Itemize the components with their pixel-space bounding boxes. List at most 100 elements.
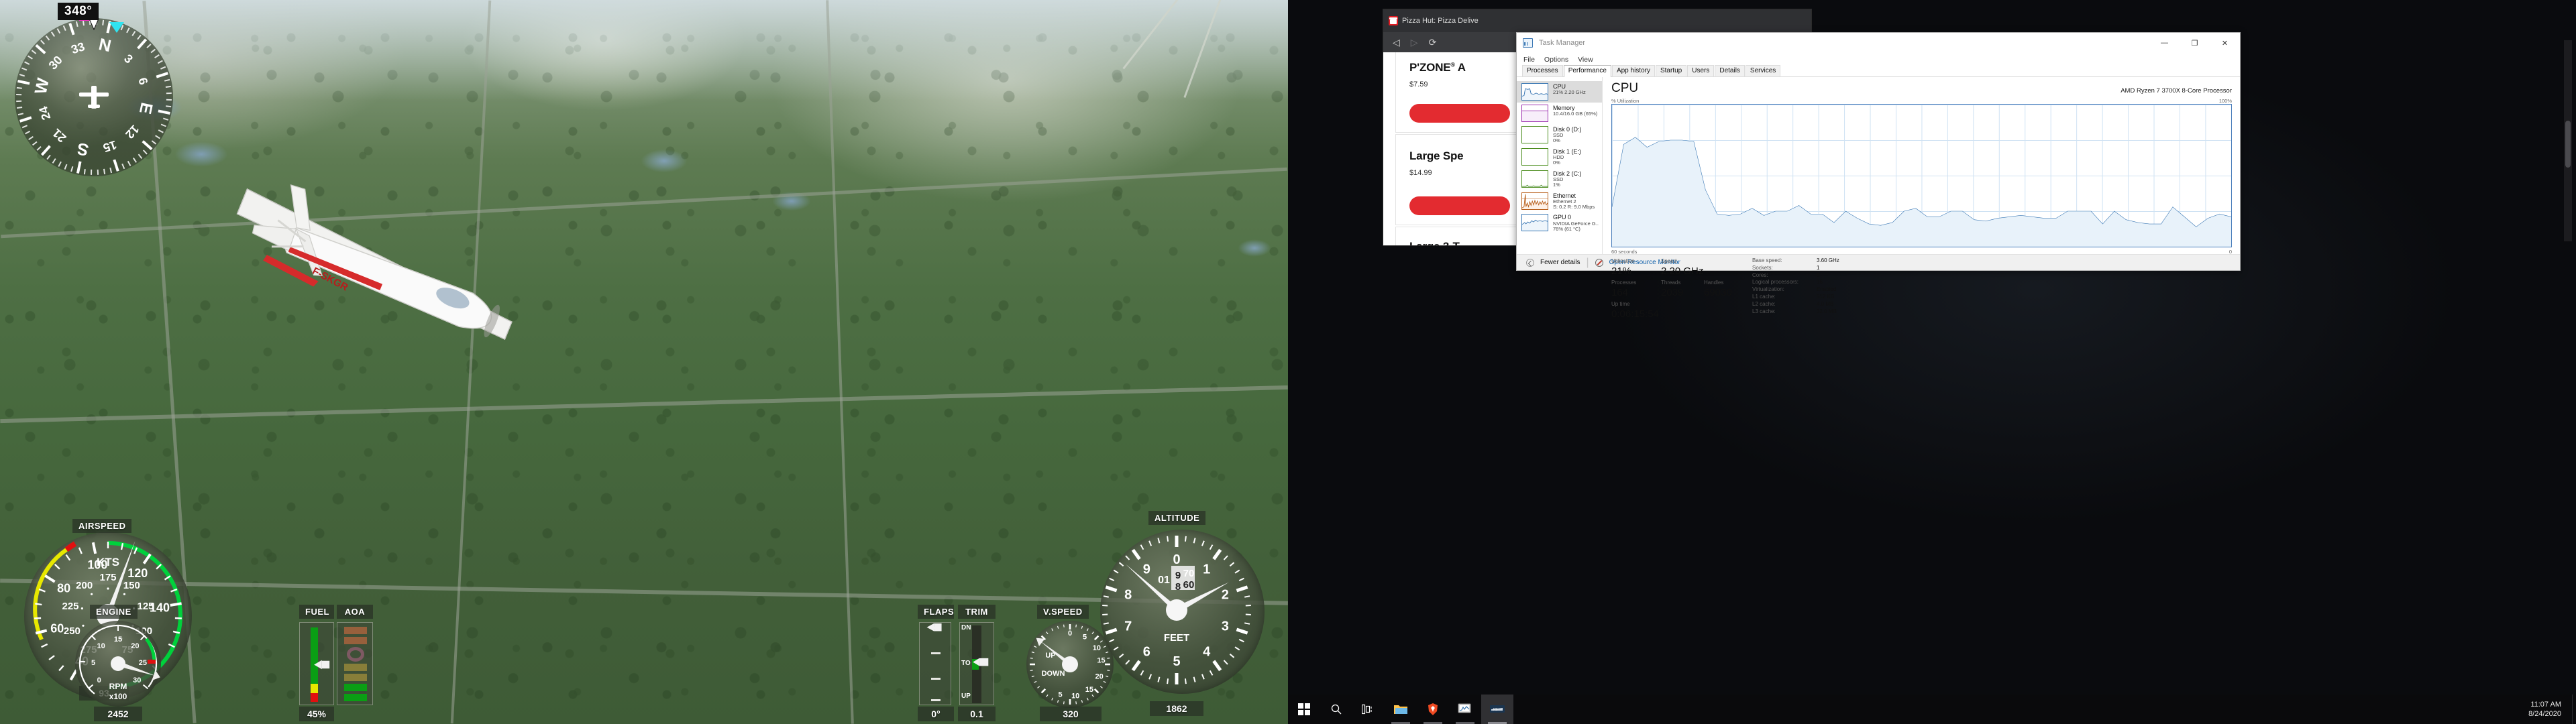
trim-value: 0.1 [958,707,996,721]
svg-text:FS: FS [1493,708,1498,712]
clock-time: 11:07 AM [2530,701,2561,709]
graph-axis-labels: % Utilization 100% [1611,98,2232,104]
flight-simulator-viewport[interactable]: F-SKGR N 3 6 E 12 15 S 21 24 W 30 33 348… [0,0,1288,724]
info-key: L1 cache: [1752,293,1776,300]
svg-text:10: 10 [1071,692,1079,700]
vspeed-down-label: DOWN [1042,670,1065,678]
menu-file[interactable]: File [1523,56,1535,64]
graph-time-labels: 60 seconds 0 [1611,249,2232,255]
task-manager-icon [1523,38,1533,48]
product-name: Large 3-T Wings [1409,241,1460,245]
flight-simulator-taskbar-button[interactable]: FS [1481,695,1513,724]
info-key: Cores: [1752,272,1768,278]
resource-item-disk-1-e[interactable]: Disk 1 (E:) HDD 0% [1517,146,1602,168]
tab-startup[interactable]: Startup [1655,65,1687,76]
tab-details[interactable]: Details [1715,65,1745,76]
resource-sub2: 76% (61 °C) [1553,225,1580,232]
browser-tab[interactable]: Pizza Hut: Pizza Delive [1389,16,1509,25]
tab-services[interactable]: Services [1745,65,1781,76]
svg-text:1: 1 [1203,562,1210,577]
windows-taskbar[interactable]: FS 11:07 AM 8/24/2020 [1288,695,2576,724]
windows-desktop[interactable]: Pizza Hut: Pizza Delive ◁ ▷ ⟳ ⋮ P'ZONE® … [1288,0,2576,724]
engine-value: 2452 [94,707,142,721]
scrollbar-thumb[interactable] [2565,121,2571,168]
info-value: Enabled [1817,286,1837,293]
resource-item-ethernet[interactable]: Ethernet Ethernet 2 S: 0.2 R: 9.0 Mbps [1517,190,1602,213]
kollsman-1: 9 [1175,570,1181,581]
minimize-button[interactable]: — [2149,33,2180,53]
resource-monitor-icon [1595,258,1603,267]
file-explorer-button[interactable] [1385,695,1417,724]
task-manager-window[interactable]: Task Manager — ❐ ✕ File Options View Pro… [1516,32,2241,320]
search-icon [1331,704,1342,715]
svg-text:5: 5 [91,659,95,667]
fewer-details-link[interactable]: Fewer details [1540,259,1580,266]
task-view-button[interactable] [1352,695,1385,724]
resource-item-disk-2-c[interactable]: Disk 2 (C:) SSD 1% [1517,168,1602,190]
stat-label-utilization: Utilization [1611,258,1635,264]
taskbar-clock[interactable]: 11:07 AM 8/24/2020 [2528,700,2572,719]
cpu-graph-series [1612,105,2231,247]
add-to-cart-button[interactable] [1409,104,1510,123]
maximize-button[interactable]: ❐ [2180,33,2210,53]
info-value: 1 [1817,264,1820,271]
resource-item-text: CPU 21% 2.20 GHz [1553,83,1586,95]
tab-performance[interactable]: Performance [1563,65,1611,77]
resource-sub2: 1% [1553,182,1560,188]
brave-browser-button[interactable] [1417,695,1449,724]
tab-bar[interactable]: Processes Performance App history Startup Us… [1517,65,2240,77]
altitude-value: 1862 [1150,701,1203,716]
task-manager-taskbar-button[interactable] [1449,695,1481,724]
svg-text:30: 30 [133,676,141,684]
cpu-model: AMD Ryzen 7 3700X 8-Core Processor [2121,87,2232,95]
aoa-gauge: AOA [334,602,376,724]
vspeed-title: V.SPEED [1037,605,1089,619]
resource-sparkline [1521,126,1548,143]
tab-users[interactable]: Users [1687,65,1715,76]
resource-sub2: S: 0.2 R: 9.0 Mbps [1553,204,1595,210]
resource-sparkline [1521,105,1548,122]
menu-bar[interactable]: File Options View [1517,53,2240,66]
tab-processes[interactable]: Processes [1522,65,1563,76]
show-desktop-button[interactable] [2572,695,2576,724]
task-manager-titlebar[interactable]: Task Manager — ❐ ✕ [1517,33,2240,53]
aircraft-model: F-SKGR [236,184,513,341]
flaps-bar-box [919,622,951,705]
resource-item-memory[interactable]: Memory 10.4/16.0 GB (65%) [1517,103,1602,124]
info-key: Logical processors: [1752,279,1799,286]
airspeed-title: AIRSPEED [72,519,132,533]
altimeter: 0123456789 01 9 8 70 60 FEET ALTITUDE 18… [1100,503,1288,724]
resource-item-cpu[interactable]: CPU 21% 2.20 GHz [1517,81,1602,103]
brave-lion-icon [1428,703,1438,715]
browser-titlebar[interactable]: Pizza Hut: Pizza Delive [1383,9,1811,32]
engine-gauge: 0 5 10 15 20 25 30 RPM x100 ENGINE 2452 [67,602,188,724]
menu-view[interactable]: View [1578,56,1593,64]
add-to-cart-button[interactable] [1409,196,1510,215]
info-value: 32.0 MB [1817,308,1837,314]
stat-label-uptime: Up time [1611,301,1630,307]
trim-title: TRIM [958,605,996,619]
vspeed-up-label: UP [1045,652,1055,660]
window-scrollbar-strip[interactable] [2564,40,2572,241]
search-button[interactable] [1320,695,1352,724]
task-manager-icon [1458,703,1471,713]
close-button[interactable]: ✕ [2210,33,2240,53]
resource-item-gpu-0[interactable]: GPU 0 NVIDIA GeForce G... 76% (61 °C) [1517,212,1602,234]
resource-name: GPU 0 [1553,214,1572,221]
menu-options[interactable]: Options [1544,56,1568,64]
svg-text:80: 80 [57,581,70,595]
resource-list[interactable]: CPU 21% 2.20 GHz Memory 10.4/16.0 GB (65%) D… [1517,77,1603,254]
back-arrow-icon[interactable]: ◁ [1393,38,1400,47]
resource-item-text: GPU 0 NVIDIA GeForce G... 76% (61 °C) [1553,214,1599,232]
aoa-bar-box [337,622,373,705]
kollsman-3: 70 [1183,568,1195,579]
altitude-title: ALTITUDE [1148,511,1206,525]
resource-item-disk-0-d[interactable]: Disk 0 (D:) SSD 0% [1517,124,1602,146]
window-controls[interactable]: — ❐ ✕ [2149,33,2240,53]
kollsman-0: 01 [1158,575,1170,586]
svg-text:6: 6 [1143,645,1150,660]
cpu-title: CPU [1611,81,1639,95]
start-button[interactable] [1288,695,1320,724]
reload-icon[interactable]: ⟳ [1429,38,1437,47]
tab-app-history[interactable]: App history [1611,65,1655,76]
